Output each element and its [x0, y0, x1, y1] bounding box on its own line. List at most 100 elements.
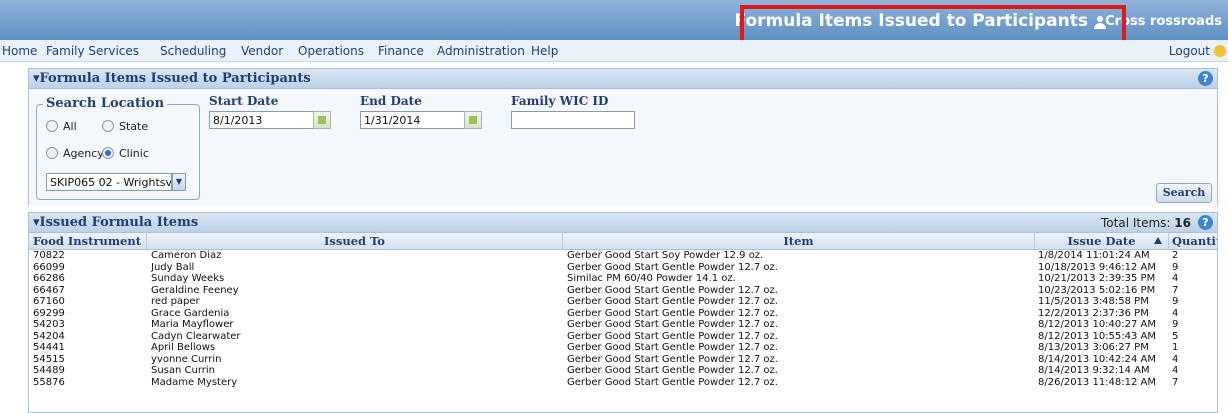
radio-clinic-label[interactable]: Clinic	[119, 147, 149, 160]
search-location-group: Search Location All State Agency Clinic …	[36, 96, 200, 200]
cell-quantity: 4	[1172, 307, 1179, 319]
family-wic-id-input[interactable]	[511, 111, 635, 129]
table-row[interactable]: 54204 Cadyn Clearwater Gerber Good Start G…	[29, 331, 1217, 343]
total-items-label: Total Items:	[1101, 216, 1171, 230]
table-row[interactable]: 70822 Cameron Diaz Gerber Good Start Soy P…	[29, 250, 1217, 262]
table-row[interactable]: 66099 Judy Ball Gerber Good Start Gentle P…	[29, 262, 1217, 274]
sort-ascending-icon[interactable]	[1154, 237, 1162, 244]
cell-issue-date: 8/13/2013 3:06:27 PM	[1038, 342, 1149, 353]
table-row[interactable]: 66286 Sunday Weeks Similac PM 60/40 Powder…	[29, 273, 1217, 285]
column-issued-to[interactable]: Issued To	[147, 233, 563, 249]
cell-item: Gerber Good Start Gentle Powder 12.7 oz.	[567, 376, 778, 388]
cell-issued-to: Madame Mystery	[151, 376, 238, 388]
menu-operations[interactable]: Operations	[298, 44, 364, 58]
search-panel-header[interactable]: ▾Formula Items Issued to Participants ?	[29, 69, 1217, 89]
menu-help[interactable]: Help	[531, 44, 558, 58]
column-quantity[interactable]: Quantity	[1169, 233, 1217, 249]
cell-issued-to: Cadyn Clearwater	[151, 330, 241, 342]
cell-quantity: 7	[1172, 376, 1179, 388]
cell-issue-date: 8/12/2013 10:40:27 AM	[1038, 319, 1157, 330]
total-items-count: 16	[1174, 216, 1191, 230]
cell-issued-to: Cameron Diaz	[151, 250, 222, 261]
family-wic-id-label: Family WIC ID	[511, 94, 609, 108]
table-row[interactable]: 67160 red paper Gerber Good Start Gentle P…	[29, 296, 1217, 308]
main-menu: Home Family Services Scheduling Vendor O…	[0, 40, 1228, 62]
cell-item: Gerber Good Start Gentle Powder 12.7 oz.	[567, 330, 778, 342]
column-food-instrument[interactable]: Food Instrument	[29, 233, 147, 249]
cell-issue-date: 8/14/2013 10:42:24 AM	[1038, 353, 1157, 365]
table-row[interactable]: 54441 April Bellows Gerber Good Start Gent…	[29, 342, 1217, 354]
radio-state-label[interactable]: State	[119, 120, 148, 133]
cell-issue-date: 10/23/2013 5:02:16 PM	[1038, 284, 1156, 296]
radio-state[interactable]	[102, 120, 114, 132]
cell-item: Gerber Good Start Gentle Powder 12.7 oz.	[567, 307, 778, 319]
table-body: 70822 Cameron Diaz Gerber Good Start Soy P…	[29, 250, 1217, 388]
logout-icon[interactable]	[1214, 45, 1226, 57]
cell-issued-to: April Bellows	[151, 342, 216, 353]
cell-issue-date: 12/2/2013 2:37:36 PM	[1038, 307, 1149, 319]
radio-all[interactable]	[46, 120, 58, 132]
chevron-down-icon[interactable]: ▼	[172, 173, 186, 191]
cell-food-instrument: 54203	[33, 319, 65, 330]
results-panel-header[interactable]: ▾Issued Formula Items Total Items: 16 ?	[29, 213, 1217, 233]
table-row[interactable]: 54203 Maria Mayflower Gerber Good Start Ge…	[29, 319, 1217, 331]
cell-issue-date: 10/21/2013 2:39:35 PM	[1038, 273, 1156, 284]
menu-administration[interactable]: Administration	[437, 44, 525, 58]
cell-food-instrument: 54204	[33, 330, 65, 342]
cell-food-instrument: 66467	[33, 284, 65, 296]
cell-issued-to: Geraldine Feeney	[151, 284, 239, 296]
cell-food-instrument: 54515	[33, 353, 65, 365]
cell-item: Gerber Good Start Gentle Powder 12.7 oz.	[567, 261, 778, 273]
start-date-calendar-icon[interactable]	[313, 111, 331, 129]
table-row[interactable]: 69299 Grace Gardenia Gerber Good Start Gen…	[29, 308, 1217, 320]
cell-item: Gerber Good Start Gentle Powder 12.7 oz.	[567, 342, 778, 353]
column-issue-date[interactable]: Issue Date	[1035, 233, 1169, 249]
cell-issued-to: yvonne Currin	[151, 353, 222, 365]
cell-item: Gerber Good Start Gentle Powder 12.7 oz.	[567, 296, 778, 307]
cell-item: Gerber Good Start Gentle Powder 12.7 oz.	[567, 319, 778, 330]
cell-food-instrument: 66099	[33, 261, 65, 273]
cell-issue-date: 8/26/2013 11:48:12 AM	[1038, 376, 1157, 388]
search-panel-title[interactable]: ▾Formula Items Issued to Participants	[33, 71, 311, 86]
end-date-calendar-icon[interactable]	[464, 111, 482, 129]
menu-scheduling[interactable]: Scheduling	[160, 44, 226, 58]
clinic-select[interactable]: SKIP065 02 - Wrightsv	[46, 173, 172, 191]
results-panel-title[interactable]: ▾Issued Formula Items	[33, 215, 198, 230]
search-button[interactable]: Search	[1156, 183, 1212, 203]
cell-food-instrument: 70822	[33, 250, 65, 261]
radio-agency-label[interactable]: Agency	[63, 147, 104, 160]
radio-clinic[interactable]	[102, 147, 114, 159]
cell-quantity: 7	[1172, 284, 1179, 296]
help-icon[interactable]: ?	[1198, 215, 1213, 230]
end-date-input[interactable]: 1/31/2014	[360, 111, 466, 129]
table-row[interactable]: 54489 Susan Currin Gerber Good Start Gentl…	[29, 365, 1217, 377]
radio-agency[interactable]	[46, 147, 58, 159]
end-date-label: End Date	[360, 94, 422, 108]
menu-family-services[interactable]: Family Services	[46, 44, 139, 58]
menu-vendor[interactable]: Vendor	[241, 44, 283, 58]
cell-issue-date: 1/8/2014 11:01:24 AM	[1038, 250, 1150, 261]
table-row[interactable]: 54515 yvonne Currin Gerber Good Start Gent…	[29, 354, 1217, 366]
table-row[interactable]: 55876 Madame Mystery Gerber Good Start Gen…	[29, 377, 1217, 389]
help-icon[interactable]: ?	[1198, 71, 1213, 86]
menu-home[interactable]: Home	[2, 44, 37, 58]
table-row[interactable]: 66467 Geraldine Feeney Gerber Good Start G…	[29, 285, 1217, 297]
cell-quantity: 5	[1172, 330, 1179, 342]
cell-item: Gerber Good Start Gentle Powder 12.7 oz.	[567, 353, 778, 365]
cell-issue-date: 11/5/2013 3:48:58 PM	[1038, 296, 1149, 307]
logout-link[interactable]: Logout	[1169, 44, 1210, 58]
cell-item: Gerber Good Start Gentle Powder 12.7 oz.	[567, 284, 778, 296]
cell-issued-to: Susan Currin	[151, 365, 216, 376]
cell-quantity: 2	[1172, 250, 1179, 261]
results-panel: ▾Issued Formula Items Total Items: 16 ? …	[28, 212, 1218, 413]
cell-item: Similac PM 60/40 Powder 14.1 oz.	[567, 273, 736, 284]
column-item[interactable]: Item	[563, 233, 1035, 249]
start-date-input[interactable]: 8/1/2013	[209, 111, 315, 129]
cell-food-instrument: 67160	[33, 296, 65, 307]
column-issue-date-label: Issue Date	[1067, 234, 1136, 248]
radio-all-label[interactable]: All	[63, 120, 77, 133]
cell-quantity: 4	[1172, 273, 1179, 284]
menu-finance[interactable]: Finance	[378, 44, 424, 58]
cell-food-instrument: 66286	[33, 273, 65, 284]
cell-issued-to: Judy Ball	[151, 261, 195, 273]
